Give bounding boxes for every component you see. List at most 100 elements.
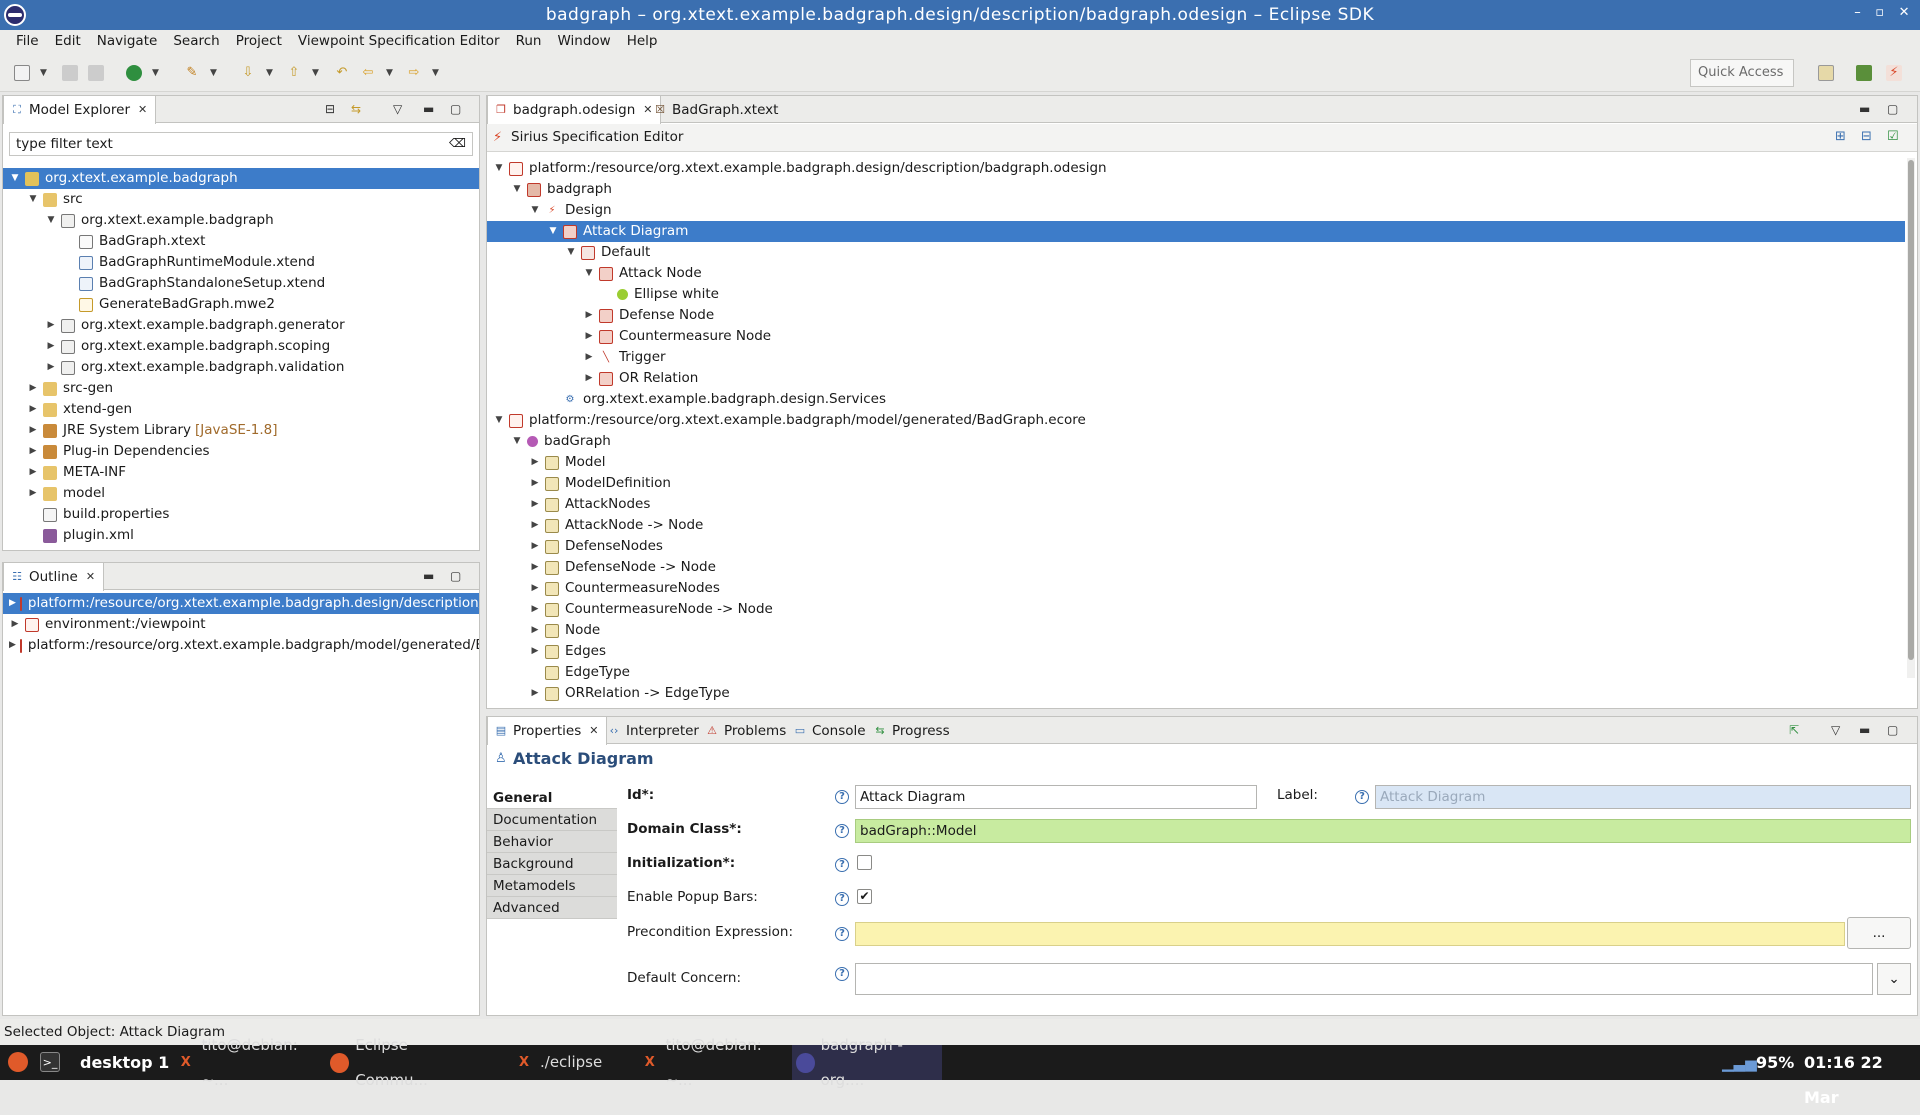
maximize-view-icon[interactable]: ▢ (450, 569, 461, 583)
chevron-right-icon[interactable]: ▶ (9, 593, 16, 614)
run-icon[interactable] (126, 65, 142, 81)
help-icon[interactable]: ? (835, 858, 849, 872)
chevron-right-icon[interactable]: ▶ (529, 599, 541, 620)
precondition-input[interactable] (855, 922, 1845, 946)
tree-item[interactable]: EdgeType (487, 662, 1905, 683)
back-dropdown-icon[interactable]: ▼ (386, 68, 393, 78)
save-icon[interactable] (62, 65, 78, 81)
maximize-button[interactable]: ▫ (1875, 5, 1884, 20)
tree-item[interactable]: ▶ DefenseNodes (487, 536, 1905, 557)
chevron-right-icon[interactable]: ▶ (27, 462, 39, 483)
tree-item[interactable]: GenerateBadGraph.mwe2 (3, 294, 479, 315)
prev-annotation-icon[interactable]: ⇧ (286, 65, 302, 81)
view-menu-icon[interactable]: ▽ (1831, 723, 1840, 737)
tab-badgraph-odesign[interactable]: ❐ badgraph.odesign ✕ (487, 96, 662, 124)
help-icon[interactable]: ? (835, 967, 849, 981)
tree-item[interactable]: ▶ xtend-gen (3, 399, 479, 420)
prev-annotation-dropdown-icon[interactable]: ▼ (312, 68, 319, 78)
expand-all-icon[interactable]: ⊞ (1835, 129, 1846, 144)
chevron-right-icon[interactable]: ▶ (529, 452, 541, 473)
menu-viewpoint-spec-editor[interactable]: Viewpoint Specification Editor (290, 33, 508, 49)
tree-item[interactable]: ▶ ORRelation -> EdgeType (487, 683, 1905, 704)
clock[interactable]: 01:16 22 Mar (1804, 1045, 1920, 1107)
tree-item[interactable]: ▶ Edges (487, 641, 1905, 662)
tree-item[interactable]: ▶ AttackNodes (487, 494, 1905, 515)
domain-class-input[interactable]: badGraph::Model (855, 819, 1911, 843)
minimize-view-icon[interactable]: ▬ (1859, 723, 1870, 737)
close-icon[interactable]: ✕ (86, 564, 95, 590)
minimize-view-icon[interactable]: ▬ (1859, 102, 1870, 116)
help-icon[interactable]: ? (835, 790, 849, 804)
tree-item[interactable]: BadGraphRuntimeModule.xtend (3, 252, 479, 273)
tree-item[interactable]: build.properties (3, 504, 479, 525)
tree-item[interactable]: ▶ Countermeasure Node (487, 326, 1905, 347)
open-perspective-icon[interactable] (1818, 65, 1834, 81)
tab-progress[interactable]: ⇆ Progress (867, 717, 958, 744)
chevron-right-icon[interactable]: ▶ (529, 578, 541, 599)
forward-dropdown-icon[interactable]: ▼ (432, 68, 439, 78)
minimize-view-icon[interactable]: ▬ (423, 102, 434, 116)
network-signal-icon[interactable]: ▁▃▅ (1722, 1054, 1757, 1072)
close-icon[interactable]: ✕ (138, 97, 147, 123)
chevron-right-icon[interactable]: ▶ (27, 483, 39, 504)
help-icon[interactable]: ? (1355, 790, 1369, 804)
pin-view-icon[interactable]: ⇱ (1789, 723, 1799, 737)
last-edit-icon[interactable]: ↶ (334, 65, 350, 81)
tree-item[interactable]: ▶ Node (487, 620, 1905, 641)
chevron-down-icon[interactable]: ▼ (547, 221, 559, 242)
editor-scrollbar[interactable] (1907, 158, 1915, 678)
save-all-icon[interactable] (88, 65, 104, 81)
chevron-right-icon[interactable]: ▶ (27, 399, 39, 420)
chevron-right-icon[interactable]: ▶ (529, 494, 541, 515)
tab-outline[interactable]: ☷ Outline ✕ (3, 563, 105, 591)
tool-wand-icon[interactable]: ✎ (184, 65, 200, 81)
tab-interpreter[interactable]: ‹› Interpreter (601, 717, 707, 744)
tree-item[interactable]: ▶ platform:/resource/org.xtext.example.ba… (3, 635, 479, 656)
collapse-all-icon[interactable]: ⊟ (1861, 129, 1872, 144)
side-tab-metamodels[interactable]: Metamodels (487, 875, 617, 897)
scrollbar-thumb[interactable] (1908, 160, 1914, 660)
maximize-view-icon[interactable]: ▢ (450, 102, 461, 116)
chevron-down-icon[interactable]: ▼ (9, 168, 21, 189)
chevron-right-icon[interactable]: ▶ (45, 357, 57, 378)
back-icon[interactable]: ⇦ (360, 65, 376, 81)
task-eclipse-launcher[interactable]: X ./eclipse (514, 1045, 634, 1080)
enable-popup-bars-checkbox[interactable]: ✔ (857, 889, 872, 904)
chevron-right-icon[interactable]: ▶ (9, 635, 16, 656)
tool-dropdown-icon[interactable]: ▼ (210, 68, 217, 78)
chevron-right-icon[interactable]: ▶ (27, 441, 39, 462)
task-eclipse-window[interactable]: badgraph - org.... (792, 1036, 942, 1089)
initialization-checkbox[interactable] (857, 855, 872, 870)
chevron-right-icon[interactable]: ▶ (529, 515, 541, 536)
menu-navigate[interactable]: Navigate (89, 33, 166, 49)
tree-item[interactable]: ▼ platform:/resource/org.xtext.example.ba… (487, 410, 1905, 431)
menu-file[interactable]: File (8, 33, 47, 49)
tree-item[interactable]: ▼ Attack Diagram (487, 221, 1905, 242)
tree-item[interactable]: ▼ ⚡ Design (487, 200, 1905, 221)
chevron-down-icon[interactable]: ▼ (493, 410, 505, 431)
minimize-view-icon[interactable]: ▬ (423, 569, 434, 583)
default-concern-select[interactable] (855, 963, 1873, 995)
tree-item[interactable]: ▶ META-INF (3, 462, 479, 483)
run-dropdown-icon[interactable]: ▼ (152, 68, 159, 78)
tree-item[interactable]: ▼ badGraph (487, 431, 1905, 452)
tab-badgraph-xtext[interactable]: ☒ BadGraph.xtext (647, 96, 786, 123)
chevron-down-icon[interactable]: ▼ (511, 179, 523, 200)
tree-item[interactable]: ▼ src (3, 189, 479, 210)
tree-item[interactable]: ▶ Plug-in Dependencies (3, 441, 479, 462)
help-icon[interactable]: ? (835, 824, 849, 838)
minimize-button[interactable]: – (1854, 5, 1861, 20)
chevron-down-icon[interactable]: ▼ (493, 158, 505, 179)
tree-item[interactable]: ▶ OR Relation (487, 368, 1905, 389)
new-icon[interactable] (14, 65, 30, 81)
sirius-perspective-icon[interactable]: ⚡ (1886, 65, 1902, 81)
precondition-edit-button[interactable]: ... (1847, 917, 1911, 949)
tree-item[interactable]: ▼ badgraph (487, 179, 1905, 200)
tab-problems[interactable]: ⚠ Problems (699, 717, 794, 744)
clear-filter-icon[interactable]: ⌫ (449, 136, 466, 150)
tree-item[interactable]: ▶ model (3, 483, 479, 504)
menu-help[interactable]: Help (619, 33, 666, 49)
menu-edit[interactable]: Edit (47, 33, 89, 49)
chevron-right-icon[interactable]: ▶ (27, 378, 39, 399)
menu-project[interactable]: Project (228, 33, 290, 49)
